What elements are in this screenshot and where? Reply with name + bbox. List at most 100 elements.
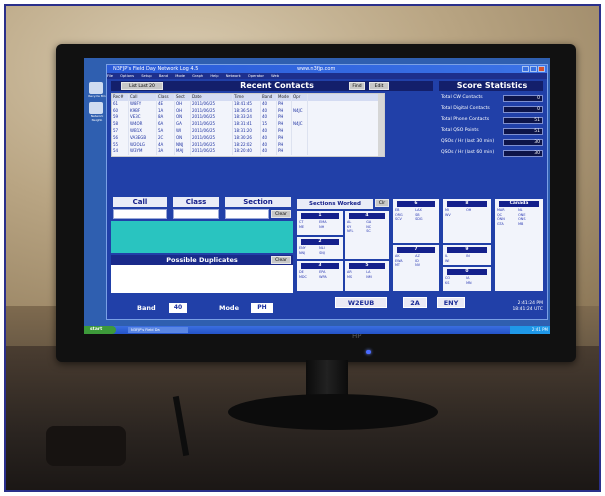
menu-band[interactable]: Band [159,74,168,78]
column-header[interactable]: Mode [277,94,292,101]
table-cell: 18:30:26 [233,134,261,142]
table-cell: PH [277,121,292,128]
menu-network[interactable]: Network [226,74,241,78]
stat-value: 51 [503,117,543,124]
table-cell: 40 [261,134,277,142]
station-class-button[interactable]: 2A [403,297,427,308]
clear-entry-button[interactable]: Clear [271,210,291,218]
mode-value[interactable]: PH [251,303,273,313]
table-cell: WI [175,127,191,135]
maximize-icon[interactable] [530,66,537,72]
menu-web[interactable]: Web [271,74,279,78]
table-row[interactable]: 57 WB1X 5A WI 2011/06/25 18:31:20 40 PH [112,127,384,135]
stat-label: QSOs / Hr (last 60 min) [441,150,495,155]
column-header[interactable]: Time [233,94,261,101]
utc-time: 18:41:24 UTC [512,307,543,312]
table-cell: 2011/06/25 [191,114,233,122]
table-cell: 2011/06/25 [191,127,233,135]
table-cell: 61 [112,100,129,108]
recent-contacts-table[interactable]: Rec# Call Class Sect Date Time Band Mode… [111,93,385,157]
table-cell: 40 [261,100,277,108]
section-code: SC [366,229,371,233]
clock-display: 2:41:24 PM 18:41:24 UTC [493,301,543,313]
window-titlebar[interactable]: N3FJP's Field Day Network Log 4.5 www.n3… [107,65,547,73]
section-code: NNJ [299,250,306,255]
band-value[interactable]: 40 [169,303,187,313]
stat-value: 0 [503,95,543,102]
table-cell: 60 [112,107,129,115]
table-cell: 18:22:02 [233,141,261,149]
sections-worked-title: Sections Worked [297,199,373,209]
table-body: 61 W8FY 4E OH 2011/06/25 18:41:45 40 PH 60 K9BF 1A… [112,100,384,156]
section-code: SNJ [319,250,325,255]
table-row[interactable]: 56 VA3EGB 2C ON 2011/06/25 18:30:26 40 PH [112,134,384,142]
stat-label: Total Digital Contacts [441,106,490,111]
column-header[interactable]: Rec# [112,94,129,101]
column-header[interactable]: Call [129,94,157,101]
section-code: GTA [497,221,504,226]
column-header[interactable]: Sect [175,94,191,101]
close-icon[interactable] [538,66,545,72]
stat-row: Total CW Contacts 0 [441,93,543,104]
score-statistics-list: Total CW Contacts 0 Total Digital Contact… [441,93,543,159]
menu-operator[interactable]: Operator [248,74,264,78]
column-header[interactable]: Opr [292,94,308,101]
edit-button[interactable]: Edit [369,82,389,90]
table-row[interactable]: 55 W2OLG 4A NNJ 2011/06/25 18:22:02 40 PH [112,141,384,149]
region-sections: AL GAKY NCNFL SC [347,220,387,234]
menu-setup[interactable]: Setup [141,74,151,78]
menu-options[interactable]: Options [120,74,134,78]
section-input[interactable] [225,209,269,219]
table-row[interactable]: 60 K9BF 1A OH 2011/06/25 18:36:54 40 PH N4JC [112,107,384,115]
sections-worked-clear-button[interactable]: Clr [375,199,389,207]
section-code: SCV [395,217,402,221]
region-header: 7 [397,247,435,253]
system-tray-clock: 2:41 PM [510,326,550,334]
taskbar: start N3FJP's Field Da 2:41 PM [84,326,550,334]
table-scrollbar[interactable] [378,94,384,156]
table-cell: 40 [261,114,277,122]
possible-duplicates-list[interactable] [111,265,293,293]
table-row[interactable]: 61 W8FY 4E OH 2011/06/25 18:41:45 40 PH [112,100,384,108]
list-all-button[interactable]: List Last 20 [121,82,163,90]
station-call-button[interactable]: W2EUB [335,297,387,308]
table-cell: 18:41:45 [233,100,261,108]
entry-info-panel [111,221,293,253]
taskbar-item[interactable]: N3FJP's Field Da [128,327,188,333]
table-cell: 15 [261,121,277,128]
recycle-bin-icon[interactable] [89,82,103,94]
table-row[interactable]: 54 W3YM 3A MAJ 2011/06/25 18:20:40 40 PH [112,148,384,156]
table-row[interactable]: 58 W4OR 6A GA 2011/06/25 18:31:41 15 PH N4JC [112,121,384,128]
call-input[interactable] [113,209,167,219]
monitor-screen: Recycle Bin Network Neighb N3FJP's Field… [84,58,550,334]
column-header[interactable]: Band [261,94,277,101]
table-cell: 8A [157,114,175,122]
menu-mode[interactable]: Mode [175,74,185,78]
table-row[interactable]: 59 VE3C 8A ON 2011/06/25 18:33:24 40 PH [112,114,384,122]
region-header: 1 [301,213,339,219]
table-cell: PH [277,141,292,149]
table-cell: 40 [261,141,277,149]
class-input[interactable] [173,209,219,219]
minimize-icon[interactable] [522,66,529,72]
section-code: IN [466,254,470,258]
clear-duplicates-button[interactable]: Clear [271,256,291,264]
desktop-icon-label: Recycle Bin [88,94,106,98]
network-icon[interactable] [89,102,103,114]
section-code: KS [445,280,450,285]
menu-graph[interactable]: Graph [192,74,203,78]
find-button[interactable]: Find [349,82,365,90]
column-header[interactable]: Class [157,94,175,101]
station-section-button[interactable]: ENY [437,297,465,308]
start-button[interactable]: start [84,326,116,334]
column-header[interactable]: Date [191,94,233,101]
table-cell: MAJ [175,148,191,156]
stat-label: Total CW Contacts [441,95,483,100]
section-code: NFL [347,229,354,233]
menu-help[interactable]: Help [210,74,218,78]
region-sections: ENY NLINNJ SNJ [299,246,341,255]
section-code: OH [466,208,472,212]
section-code: MN [466,280,472,285]
section-code: NV [415,263,421,267]
menu-file[interactable]: File [107,74,113,78]
